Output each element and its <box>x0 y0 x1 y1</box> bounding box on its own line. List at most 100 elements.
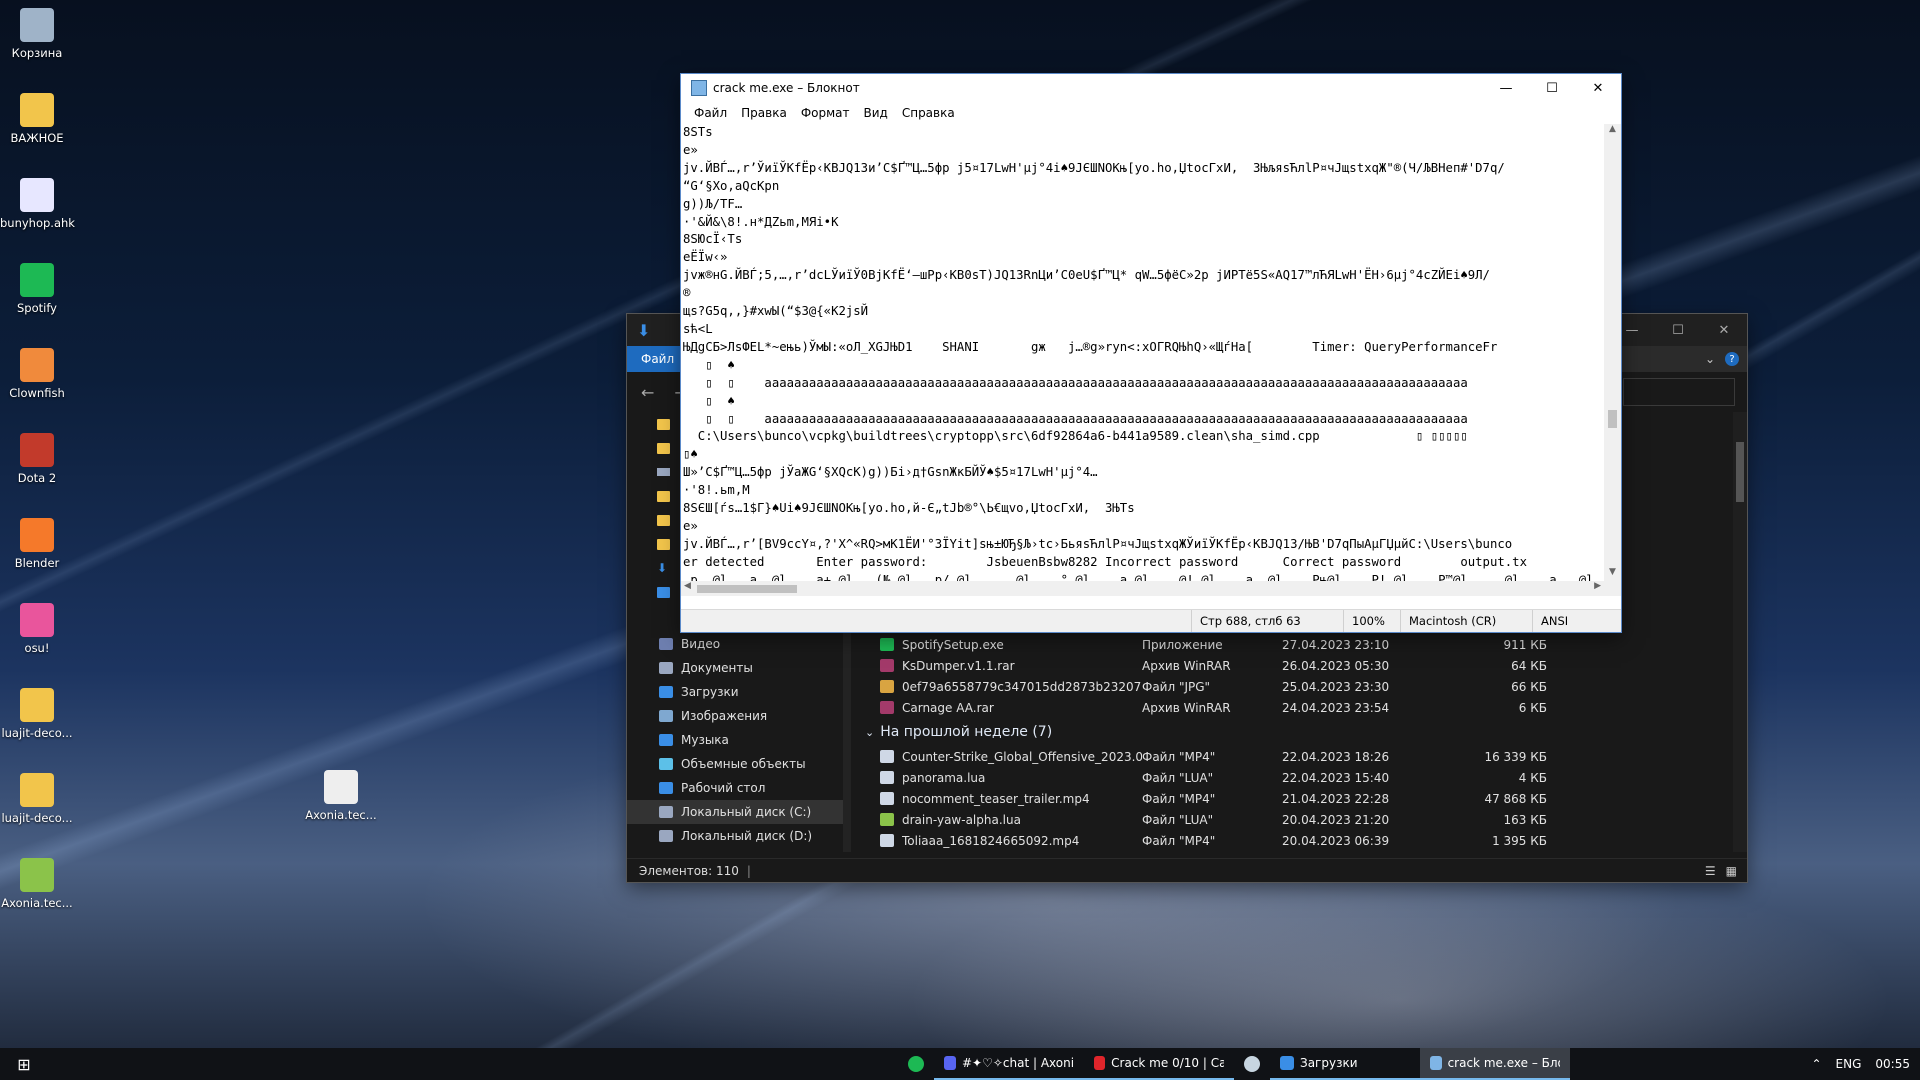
sidebar-item[interactable]: Видео <box>627 632 843 656</box>
taskbar-app[interactable]: #✦♡✧chat | Axonia... <box>934 1048 1084 1080</box>
list-scrollbar[interactable] <box>1733 412 1747 852</box>
vertical-scrollbar[interactable]: ▲ ▼ <box>1604 124 1621 581</box>
taskbar-app-label: Загрузки <box>1300 1056 1358 1070</box>
file-row[interactable]: SpotifySetup.exe Приложение 27.04.2023 23:… <box>855 634 1735 655</box>
file-icon <box>880 638 894 651</box>
desktop-icon[interactable]: luajit-deco... <box>0 773 74 825</box>
sidebar-item[interactable]: Музыка <box>627 728 843 752</box>
taskbar-spotify[interactable] <box>898 1048 934 1080</box>
menu-item[interactable]: Формат <box>794 106 857 120</box>
horizontal-scrollbar[interactable]: ◀ ▶ <box>681 581 1604 596</box>
group-header[interactable]: ⌄ На прошлой неделе (7) <box>855 718 1735 746</box>
tiles-view-icon[interactable]: ▦ <box>1726 864 1737 878</box>
sidebar-item-icon <box>659 734 673 746</box>
menu-item[interactable]: Вид <box>857 106 895 120</box>
desktop-icon[interactable]: ВАЖНОЕ <box>0 93 74 145</box>
spotify-icon <box>908 1056 924 1072</box>
notepad-titlebar[interactable]: crack me.exe – Блокнот — ☐ ✕ <box>681 74 1621 102</box>
desktop-icon[interactable]: Корзина <box>0 8 74 60</box>
file-row[interactable]: drain-yaw-alpha.lua Файл "LUA" 20.04.2023 … <box>855 809 1735 830</box>
desktop-icon[interactable]: Dota 2 <box>0 433 74 485</box>
file-row[interactable]: panorama.lua Файл "LUA" 22.04.2023 15:40 4 … <box>855 767 1735 788</box>
sidebar-item-label: Локальный диск (D:) <box>681 829 813 843</box>
chevron-down-icon[interactable]: ⌄ <box>1705 352 1715 366</box>
file-type: Файл "MP4" <box>1142 791 1216 806</box>
tray-expand-icon[interactable]: ⌃ <box>1811 1057 1821 1071</box>
file-row[interactable]: Carnage AA.rar Архив WinRAR 24.04.2023 23:… <box>855 697 1735 718</box>
maximize-icon[interactable]: ☐ <box>1529 73 1575 103</box>
desktop-icon[interactable]: luajit-deco... <box>0 688 74 740</box>
notepad-icon <box>691 80 707 96</box>
desktop-icon[interactable]: bunyhop.ahk <box>0 178 75 230</box>
sidebar-item[interactable]: Локальный диск (C:) <box>627 800 843 824</box>
file-row[interactable]: KsDumper.v1.1.rar Архив WinRAR 26.04.2023 … <box>855 655 1735 676</box>
clownfish-icon <box>20 348 54 382</box>
desktop-icon[interactable]: osu! <box>0 603 74 655</box>
scroll-up-icon[interactable]: ▲ <box>1604 124 1621 138</box>
text-area[interactable]: 8STs e» jv.ЙВЃ…,r’ЎиїЎКfЁр‹KBJQ13и’C$Ґ™Ц…5… <box>683 124 1604 581</box>
scroll-right-icon[interactable]: ▶ <box>1594 581 1601 591</box>
menu-item[interactable]: Файл <box>687 106 734 120</box>
notepad-icon <box>1430 1056 1442 1070</box>
ribbon-file-tab[interactable]: Файл <box>627 346 689 372</box>
sidebar-item[interactable]: Объемные объекты <box>627 752 843 776</box>
menu-item[interactable]: Справка <box>895 106 962 120</box>
file-size: 1 395 КБ <box>1492 833 1547 848</box>
desktop-icon[interactable]: Axonia.tec... <box>304 770 378 822</box>
osu-icon <box>20 603 54 637</box>
sidebar-item[interactable]: Загрузки <box>627 680 843 704</box>
back-arrow-icon[interactable]: ← <box>641 383 654 402</box>
text-line: 8SЄШ[ѓs…1$Г}♠Ui♠9ЈЄШNOKњ[yo.ho,й-Є„tЈb®°… <box>683 501 1135 516</box>
file-size: 4 КБ <box>1518 770 1547 785</box>
folder-icon <box>20 688 54 722</box>
text-line: ▯ ▯ aaaaaaaaaaaaaaaaaaaaaaaaaaaaaaaaaaaa… <box>683 411 1468 426</box>
language-indicator[interactable]: ENG <box>1836 1057 1862 1071</box>
spotify-icon <box>20 263 54 297</box>
taskbar-app[interactable]: crack me.exe – Блок... <box>1420 1048 1570 1080</box>
desktop-icon[interactable]: Clownfish <box>0 348 74 400</box>
sidebar-item[interactable]: Изображения <box>627 704 843 728</box>
notepad-window[interactable]: crack me.exe – Блокнот — ☐ ✕ Файл Правка Ф… <box>681 74 1621 632</box>
taskbar-app-label: #✦♡✧chat | Axonia... <box>961 1056 1074 1070</box>
maximize-icon[interactable]: ☐ <box>1655 315 1701 345</box>
file-size: 47 868 КБ <box>1484 791 1547 806</box>
file-row[interactable]: nocomment_teaser_trailer.mp4 Файл "MP4" 21… <box>855 788 1735 809</box>
scroll-down-icon[interactable]: ▼ <box>1604 567 1621 581</box>
file-row[interactable]: 0ef79a6558779c347015dd2873b23207.jpg Файл… <box>855 676 1735 697</box>
minimize-icon[interactable]: — <box>1483 73 1529 103</box>
desktop-icon[interactable]: Axonia.tec... <box>0 858 74 910</box>
sidebar-item[interactable]: Рабочий стол <box>627 776 843 800</box>
close-icon[interactable]: ✕ <box>1575 73 1621 103</box>
text-line: sћ<L <box>683 321 713 336</box>
start-button[interactable]: ⊞ <box>0 1048 48 1080</box>
file-row[interactable]: Counter-Strike_Global_Offensive_2023.04.… <box>855 746 1735 767</box>
desktop-icon[interactable]: Blender <box>0 518 74 570</box>
taskbar-app-label: crack me.exe – Блок... <box>1447 1056 1560 1070</box>
desktop-icon-label: Dota 2 <box>17 471 57 485</box>
details-view-icon[interactable]: ☰ <box>1705 864 1716 878</box>
file-date: 25.04.2023 23:30 <box>1282 679 1390 694</box>
scroll-left-icon[interactable]: ◀ <box>684 581 691 591</box>
file-size: 66 КБ <box>1511 679 1547 694</box>
clock[interactable]: 00:55 <box>1875 1057 1910 1071</box>
sidebar-item-label: Документы <box>681 661 753 675</box>
desktop-icon-label: Spotify <box>17 301 57 315</box>
file-type: Архив WinRAR <box>1142 658 1231 673</box>
desktop-icon[interactable]: Spotify <box>0 263 74 315</box>
file-type: Архив WinRAR <box>1142 700 1231 715</box>
help-icon[interactable]: ? <box>1725 352 1739 366</box>
desktop-icon-label: ВАЖНОЕ <box>10 131 64 145</box>
sidebar-item[interactable]: Локальный диск (D:) <box>627 824 843 848</box>
taskbar-app[interactable]: Загрузки <box>1270 1048 1420 1080</box>
taskbar-app[interactable]: Crack me 0/10 | Сайт... <box>1084 1048 1234 1080</box>
notepadpp-icon <box>20 858 54 892</box>
sidebar-item-label: Музыка <box>681 733 729 747</box>
file-name: nocomment_teaser_trailer.mp4 <box>902 791 1090 806</box>
sidebar-item-icon <box>659 782 673 794</box>
file-row[interactable]: Toliaaa_1681824665092.mp4 Файл "MP4" 20.04… <box>855 830 1735 851</box>
close-icon[interactable]: ✕ <box>1701 315 1747 345</box>
menu-item[interactable]: Правка <box>734 106 794 120</box>
taskbar-steam[interactable] <box>1234 1048 1270 1080</box>
search-input[interactable] <box>1623 378 1735 406</box>
sidebar-item[interactable]: Документы <box>627 656 843 680</box>
